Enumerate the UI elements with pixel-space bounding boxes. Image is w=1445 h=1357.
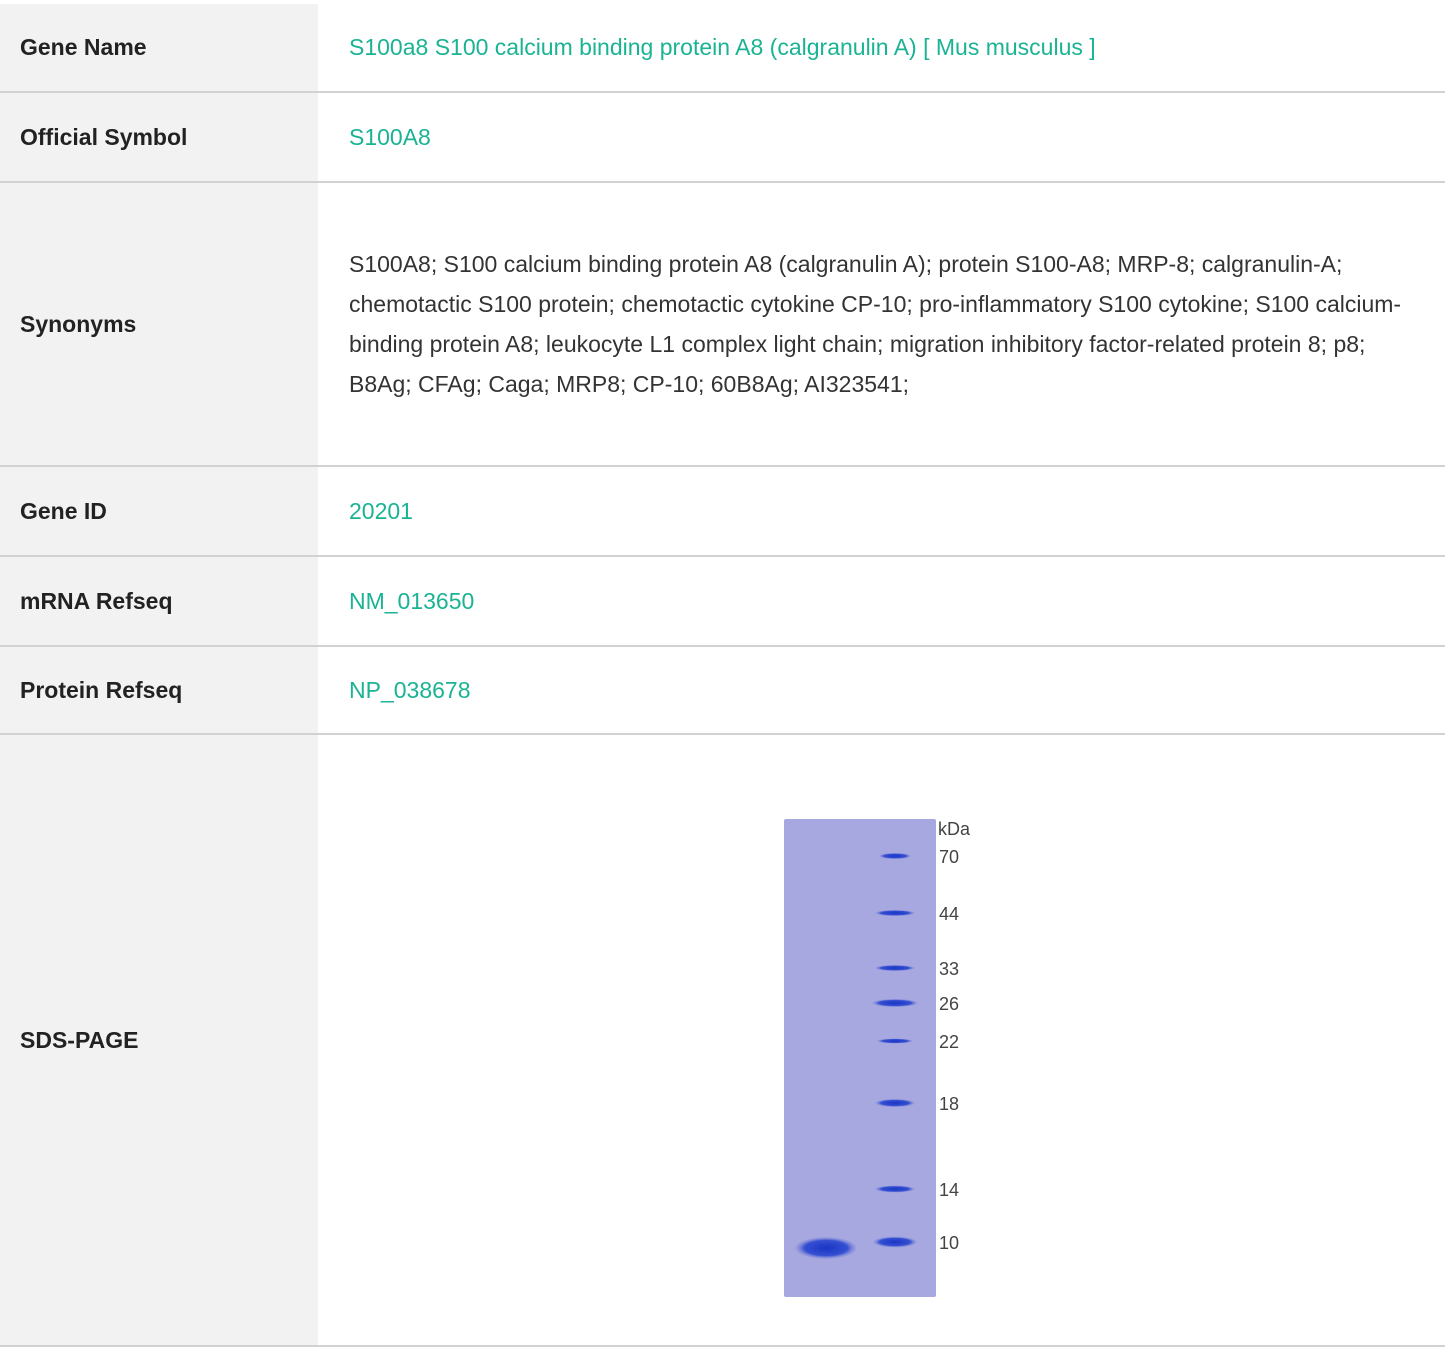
marker-labels: 70 44 33 26 22 18 14 10 [939, 847, 959, 1253]
marker-label-33: 33 [939, 959, 959, 979]
gel-body [783, 819, 936, 1297]
marker-label-18: 18 [939, 1094, 959, 1114]
row-official-symbol: Official Symbol S100A8 [0, 92, 1445, 183]
sds-page-image: kDa 70 44 33 26 22 18 14 10 [752, 793, 1011, 1313]
marker-label-44: 44 [939, 904, 959, 924]
protein-refseq-link[interactable]: NP_038678 [349, 677, 471, 703]
marker-label-26: 26 [939, 994, 959, 1014]
marker-label-10: 10 [939, 1233, 959, 1253]
label-gene-name: Gene Name [0, 4, 318, 93]
marker-band-10 [872, 1236, 917, 1248]
official-symbol-link[interactable]: S100A8 [349, 124, 431, 150]
label-synonyms: Synonyms [0, 182, 318, 467]
marker-band-70 [878, 853, 911, 859]
marker-band-14 [874, 1185, 915, 1193]
sample-band [794, 1237, 857, 1259]
marker-band-44 [874, 910, 915, 916]
label-protein-refseq: Protein Refseq [0, 646, 318, 735]
marker-band-26 [871, 999, 918, 1007]
label-sds-page: SDS-PAGE [0, 734, 318, 1347]
marker-band-22 [876, 1038, 913, 1044]
label-mrna-refseq: mRNA Refseq [0, 556, 318, 647]
gel-graphic: kDa 70 44 33 26 22 18 14 10 [783, 819, 971, 1297]
gene-name-link[interactable]: S100a8 S100 calcium binding protein A8 (… [349, 34, 1096, 60]
row-gene-id: Gene ID 20201 [0, 466, 1445, 557]
kda-unit-label: kDa [938, 819, 971, 839]
marker-label-14: 14 [939, 1180, 959, 1200]
row-sds-page: SDS-PAGE kDa 70 44 33 26 22 18 14 10 [0, 734, 1445, 1347]
label-official-symbol: Official Symbol [0, 92, 318, 183]
row-mrna-refseq: mRNA Refseq NM_013650 [0, 556, 1445, 647]
row-gene-name: Gene Name S100a8 S100 calcium binding pr… [0, 4, 1445, 93]
marker-band-33 [874, 965, 915, 971]
synonyms-text: S100A8; S100 calcium binding protein A8 … [318, 182, 1445, 467]
product-info-table: Gene Name S100a8 S100 calcium binding pr… [0, 4, 1445, 1347]
label-gene-id: Gene ID [0, 466, 318, 557]
sds-page-cell: kDa 70 44 33 26 22 18 14 10 [318, 734, 1445, 1347]
gene-id-link[interactable]: 20201 [349, 498, 413, 524]
mrna-refseq-link[interactable]: NM_013650 [349, 588, 474, 614]
marker-band-18 [874, 1099, 915, 1107]
row-protein-refseq: Protein Refseq NP_038678 [0, 646, 1445, 735]
marker-label-70: 70 [939, 847, 959, 867]
marker-label-22: 22 [939, 1032, 959, 1052]
row-synonyms: Synonyms S100A8; S100 calcium binding pr… [0, 182, 1445, 467]
